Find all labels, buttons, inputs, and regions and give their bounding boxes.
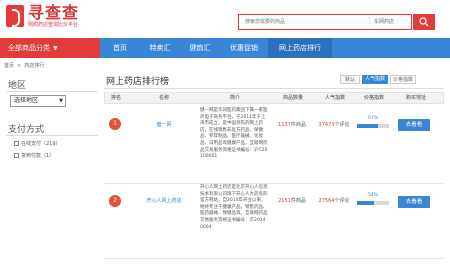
payment-divider: [6, 135, 98, 136]
rank-badge: 1: [109, 118, 121, 130]
table-header: 排名 名称 简介 商品数量 人气指数 价格指数 购买地址: [104, 92, 444, 104]
title-divider: [104, 88, 444, 89]
nav-item-promotions[interactable]: 优惠促销: [220, 38, 268, 58]
product-count-unit: 件商品: [290, 198, 306, 204]
search-box: 东网药店: [238, 14, 412, 30]
breadcrumb-separator: >: [17, 63, 22, 69]
popularity-count: 37473个评论: [314, 121, 354, 128]
search-scope-select[interactable]: 东网药店: [369, 17, 411, 27]
region-select[interactable]: 选择地区 ▼: [10, 95, 66, 107]
popularity-number: 27564: [318, 198, 335, 204]
payment-option-online[interactable]: 在线支付（219）: [14, 140, 61, 147]
product-count-unit: 件商品: [290, 122, 306, 128]
col-popularity: 人气指数: [324, 95, 345, 101]
nav-item-flash-sale[interactable]: 特卖汇: [140, 38, 180, 58]
popularity-number: 37473: [318, 122, 335, 128]
all-categories-button[interactable]: 全部商品分类 ▼: [0, 38, 100, 58]
price-index-fill: [357, 201, 375, 205]
search-button[interactable]: [413, 14, 435, 30]
col-intro: 简介: [229, 95, 240, 101]
row-divider: [104, 183, 444, 184]
popularity-unit: 个评论: [334, 198, 350, 204]
search-icon: [419, 17, 429, 27]
main-nav: 全部商品分类 ▼ 首页 特卖汇 健韵汇 优惠促销 网上药店排行: [0, 38, 450, 58]
sort-popularity-button[interactable]: 人气指数: [362, 75, 388, 84]
product-count: 1137件商品: [272, 121, 312, 128]
shop-intro: 开心人网上药店是北京开心人信息技术有限公司旗下开心人大药房的官方网站，自2010…: [200, 185, 268, 230]
dropdown-arrow-icon: ▼: [59, 98, 63, 104]
price-index-bar: [357, 124, 389, 128]
all-categories-label: 全部商品分类: [8, 44, 50, 52]
breadcrumb-home[interactable]: 首页: [4, 63, 14, 69]
popularity-count: 27564个评论: [314, 197, 354, 204]
price-index-fill: [357, 124, 379, 128]
shop-intro: 健一网是华润医药集团下属一家医药电子商务平台，于2011年于上海市成立，是中国领…: [200, 108, 268, 160]
sort-price-button[interactable]: 价格指数: [390, 75, 416, 84]
checkbox-icon[interactable]: [14, 153, 19, 158]
price-index-bar: [357, 201, 389, 205]
col-buy: 购买地址: [405, 95, 426, 101]
site-logo[interactable]: 寻查查 网购药店查询比价平台: [6, 4, 80, 32]
payment-title: 支付方式: [8, 125, 45, 135]
shop-name-link[interactable]: 开心人网上药店: [140, 197, 188, 204]
nav-item-health[interactable]: 健韵汇: [180, 38, 220, 58]
visit-store-button[interactable]: 去看看: [398, 196, 430, 208]
visit-store-button[interactable]: 去看看: [398, 119, 430, 131]
chevron-down-icon: ▼: [53, 45, 58, 52]
checkbox-icon[interactable]: [14, 141, 19, 146]
payment-option-label: 在线支付（219）: [21, 141, 61, 147]
ranking-title: 网上药店排行榜: [106, 77, 170, 87]
logo-text: 寻查查: [28, 3, 80, 22]
col-rank: 排名: [110, 95, 121, 101]
breadcrumb-current: 药店排行: [24, 63, 45, 69]
col-name: 名称: [158, 95, 169, 101]
price-index-percent: 54%: [367, 193, 378, 198]
logo-mark-icon: [6, 5, 24, 27]
product-count: 2151件商品: [272, 197, 312, 204]
region-divider: [6, 91, 98, 92]
product-count-number: 1137: [278, 122, 291, 128]
rank-badge: 2: [109, 195, 121, 207]
logo-tagline: 网购药店查询比价平台: [28, 22, 79, 28]
payment-option-cod[interactable]: 货到付款（1）: [14, 152, 54, 159]
payment-option-label: 货到付款（1）: [21, 153, 55, 159]
product-count-number: 2151: [278, 198, 291, 204]
shop-name-link[interactable]: 健一网: [140, 121, 188, 128]
col-price-index: 价格指数: [363, 95, 384, 101]
nav-item-pharmacy-ranking[interactable]: 网上药店排行: [268, 38, 332, 58]
breadcrumb: 首页 > 药店排行: [4, 62, 47, 69]
row-divider: [104, 258, 444, 259]
sort-default-button[interactable]: 默认: [340, 75, 360, 84]
nav-item-home[interactable]: 首页: [100, 38, 140, 58]
price-index-percent: 67%: [367, 116, 378, 121]
col-count: 商品数量: [282, 95, 303, 101]
region-select-value: 选择地区: [14, 97, 39, 104]
popularity-unit: 个评论: [334, 122, 350, 128]
search-input[interactable]: [239, 15, 369, 29]
region-title: 地区: [8, 81, 27, 91]
